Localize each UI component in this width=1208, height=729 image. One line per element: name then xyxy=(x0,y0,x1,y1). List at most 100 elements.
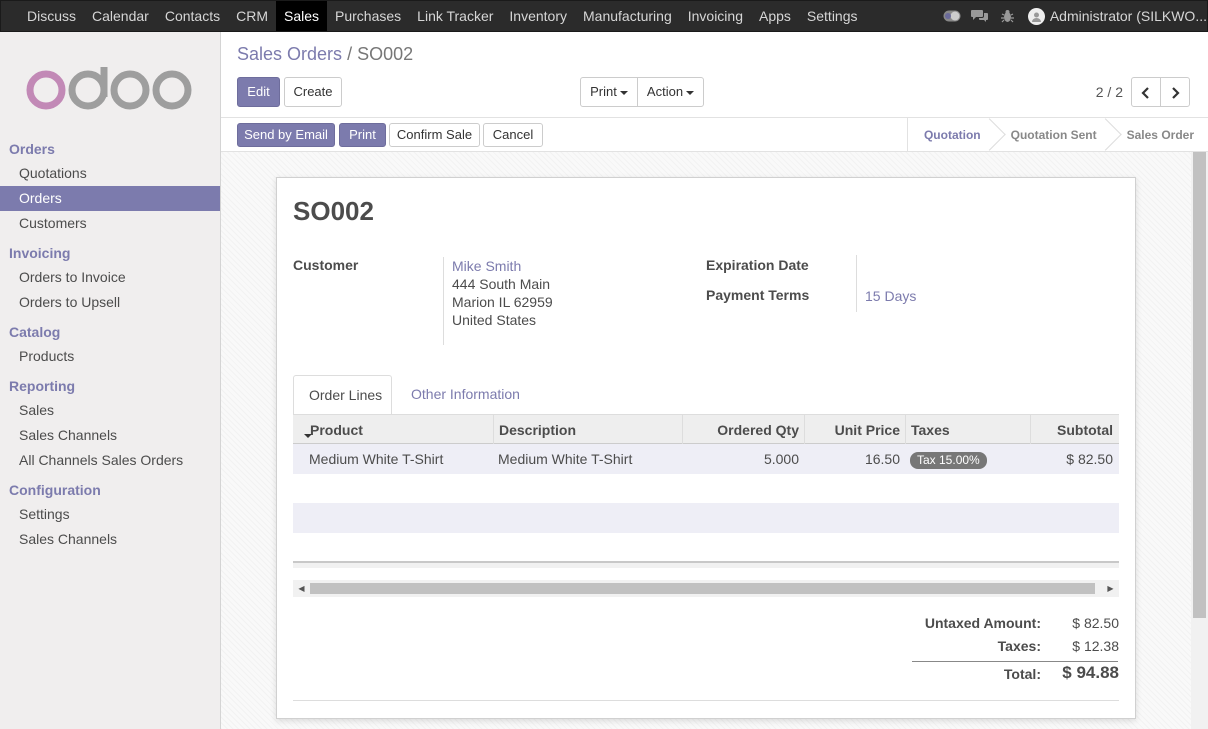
customer-address-line: United States xyxy=(452,312,537,328)
sidebar-item-all-channels-sales-orders[interactable]: All Channels Sales Orders xyxy=(0,448,220,473)
toggle-icon[interactable] xyxy=(938,1,966,31)
form-sheet: SO002 Customer Mike Smith 444 South Main… xyxy=(276,177,1136,719)
statusbar: Send by Email Print Confirm Sale Cancel … xyxy=(221,118,1208,152)
table-header: Product Description Ordered Qty Unit Pri… xyxy=(293,414,1119,444)
user-menu[interactable]: Administrator (SILKWO... xyxy=(1022,7,1207,25)
totals-separator xyxy=(912,661,1118,662)
scrollbar-thumb[interactable] xyxy=(1193,152,1206,618)
scroll-right-arrow-icon[interactable]: ▶ xyxy=(1102,580,1119,597)
sidebar-section-reporting: Reporting xyxy=(9,378,76,394)
chat-icon[interactable] xyxy=(966,1,994,31)
column-subtotal[interactable]: Subtotal xyxy=(1057,415,1113,445)
cell-taxes: Tax 15.00% xyxy=(910,444,987,474)
edit-button[interactable]: Edit xyxy=(237,77,280,107)
menu-apps[interactable]: Apps xyxy=(751,1,799,31)
menu-sales[interactable]: Sales xyxy=(275,1,328,31)
stage-quotation[interactable]: Quotation xyxy=(908,118,995,152)
column-unit-price[interactable]: Unit Price xyxy=(835,415,900,445)
control-panel: Sales Orders / SO002 Edit Create Print A… xyxy=(221,32,1208,118)
menu-link-tracker[interactable]: Link Tracker xyxy=(409,1,501,31)
column-taxes[interactable]: Taxes xyxy=(911,415,950,445)
menu-contacts[interactable]: Contacts xyxy=(157,1,228,31)
caret-down-icon xyxy=(686,90,695,95)
print-button[interactable]: Print xyxy=(339,123,386,147)
menu-inventory[interactable]: Inventory xyxy=(501,1,575,31)
customer-address-line: Marion IL 62959 xyxy=(452,294,553,310)
menu-crm[interactable]: CRM xyxy=(228,1,276,31)
vertical-scrollbar[interactable] xyxy=(1191,152,1208,729)
send-by-email-button[interactable]: Send by Email xyxy=(237,123,335,147)
breadcrumb-separator: / xyxy=(347,44,353,64)
breadcrumb-current: SO002 xyxy=(357,44,414,64)
chevron-right-icon xyxy=(1172,86,1180,99)
field-separator xyxy=(856,255,857,312)
stage-sales-order[interactable]: Sales Order xyxy=(1111,118,1208,152)
table-row[interactable]: Medium White T-Shirt Medium White T-Shir… xyxy=(293,444,1119,474)
sidebar-item-quotations[interactable]: Quotations xyxy=(0,161,220,186)
sidebar-section-orders: Orders xyxy=(9,141,55,157)
menu-manufacturing[interactable]: Manufacturing xyxy=(575,1,680,31)
payment-terms-value[interactable]: 15 Days xyxy=(865,288,916,304)
untaxed-amount-label: Untaxed Amount: xyxy=(924,615,1041,631)
taxes-label: Taxes: xyxy=(997,638,1041,654)
sidebar: Orders Quotations Orders Customers Invoi… xyxy=(0,32,221,729)
action-dropdown[interactable]: Action xyxy=(637,77,704,107)
customer-address-line: 444 South Main xyxy=(452,276,551,292)
total-label: Total: xyxy=(1003,666,1041,682)
menu-invoicing[interactable]: Invoicing xyxy=(680,1,751,31)
add-line-row[interactable] xyxy=(293,503,1119,533)
tab-other-information[interactable]: Other Information xyxy=(396,375,535,415)
menu-discuss[interactable]: Discuss xyxy=(19,1,84,31)
customer-name-link[interactable]: Mike Smith xyxy=(452,258,521,274)
menu-calendar[interactable]: Calendar xyxy=(84,1,157,31)
menu-settings[interactable]: Settings xyxy=(799,1,866,31)
cell-unit-price: 16.50 xyxy=(864,451,900,467)
expiration-date-label: Expiration Date xyxy=(706,257,809,273)
sidebar-item-config-sales-channels[interactable]: Sales Channels xyxy=(0,527,220,552)
top-navbar: Discuss Calendar Contacts CRM Sales Purc… xyxy=(0,0,1208,32)
sidebar-item-orders-to-invoice[interactable]: Orders to Invoice xyxy=(0,265,220,290)
sidebar-item-products[interactable]: Products xyxy=(0,344,220,369)
column-ordered-qty[interactable]: Ordered Qty xyxy=(717,415,799,445)
sidebar-item-orders-to-upsell[interactable]: Orders to Upsell xyxy=(0,290,220,315)
horizontal-scrollbar[interactable]: ◀ ▶ xyxy=(293,580,1119,597)
confirm-sale-button[interactable]: Confirm Sale xyxy=(389,123,480,147)
field-separator xyxy=(443,257,444,345)
customer-label: Customer xyxy=(293,257,359,273)
taxes-value: $ 12.38 xyxy=(1072,638,1119,654)
cell-subtotal: $ 82.50 xyxy=(1066,451,1113,467)
sidebar-section-configuration: Configuration xyxy=(9,482,101,498)
chevron-left-icon xyxy=(1141,86,1149,99)
pager-previous-button[interactable] xyxy=(1131,77,1161,107)
sidebar-item-customers[interactable]: Customers xyxy=(0,211,220,236)
sidebar-item-sales[interactable]: Sales xyxy=(0,398,220,423)
create-button[interactable]: Create xyxy=(284,77,342,107)
print-dropdown[interactable]: Print xyxy=(580,77,638,107)
action-dropdown-label: Action xyxy=(646,84,684,99)
cell-description: Medium White T-Shirt xyxy=(498,451,633,467)
payment-terms-label: Payment Terms xyxy=(706,287,810,303)
systray: Administrator (SILKWO... xyxy=(938,1,1207,31)
sidebar-nav: Orders Quotations Orders Customers Invoi… xyxy=(0,137,220,552)
total-value: $ 94.88 xyxy=(1062,663,1119,682)
bug-icon[interactable] xyxy=(994,1,1022,31)
cancel-button[interactable]: Cancel xyxy=(483,123,543,147)
column-divider xyxy=(682,415,683,444)
stage-quotation-sent[interactable]: Quotation Sent xyxy=(995,118,1111,152)
menu-purchases[interactable]: Purchases xyxy=(327,1,409,31)
sidebar-item-settings[interactable]: Settings xyxy=(0,502,220,527)
avatar xyxy=(1027,7,1045,25)
sidebar-item-sales-channels[interactable]: Sales Channels xyxy=(0,423,220,448)
cell-product: Medium White T-Shirt xyxy=(309,451,444,467)
user-name: Administrator (SILKWO... xyxy=(1049,8,1207,24)
tab-order-lines[interactable]: Order Lines xyxy=(293,375,392,415)
scrollbar-thumb[interactable] xyxy=(310,583,1095,594)
breadcrumb-parent[interactable]: Sales Orders xyxy=(237,44,342,64)
sidebar-item-orders[interactable]: Orders xyxy=(0,186,220,211)
column-description[interactable]: Description xyxy=(499,415,576,445)
form-content: SO002 Customer Mike Smith 444 South Main… xyxy=(221,152,1191,729)
tax-tag: Tax 15.00% xyxy=(910,452,987,469)
scroll-left-arrow-icon[interactable]: ◀ xyxy=(293,580,310,597)
column-product[interactable]: Product xyxy=(310,415,363,445)
pager-next-button[interactable] xyxy=(1160,77,1190,107)
